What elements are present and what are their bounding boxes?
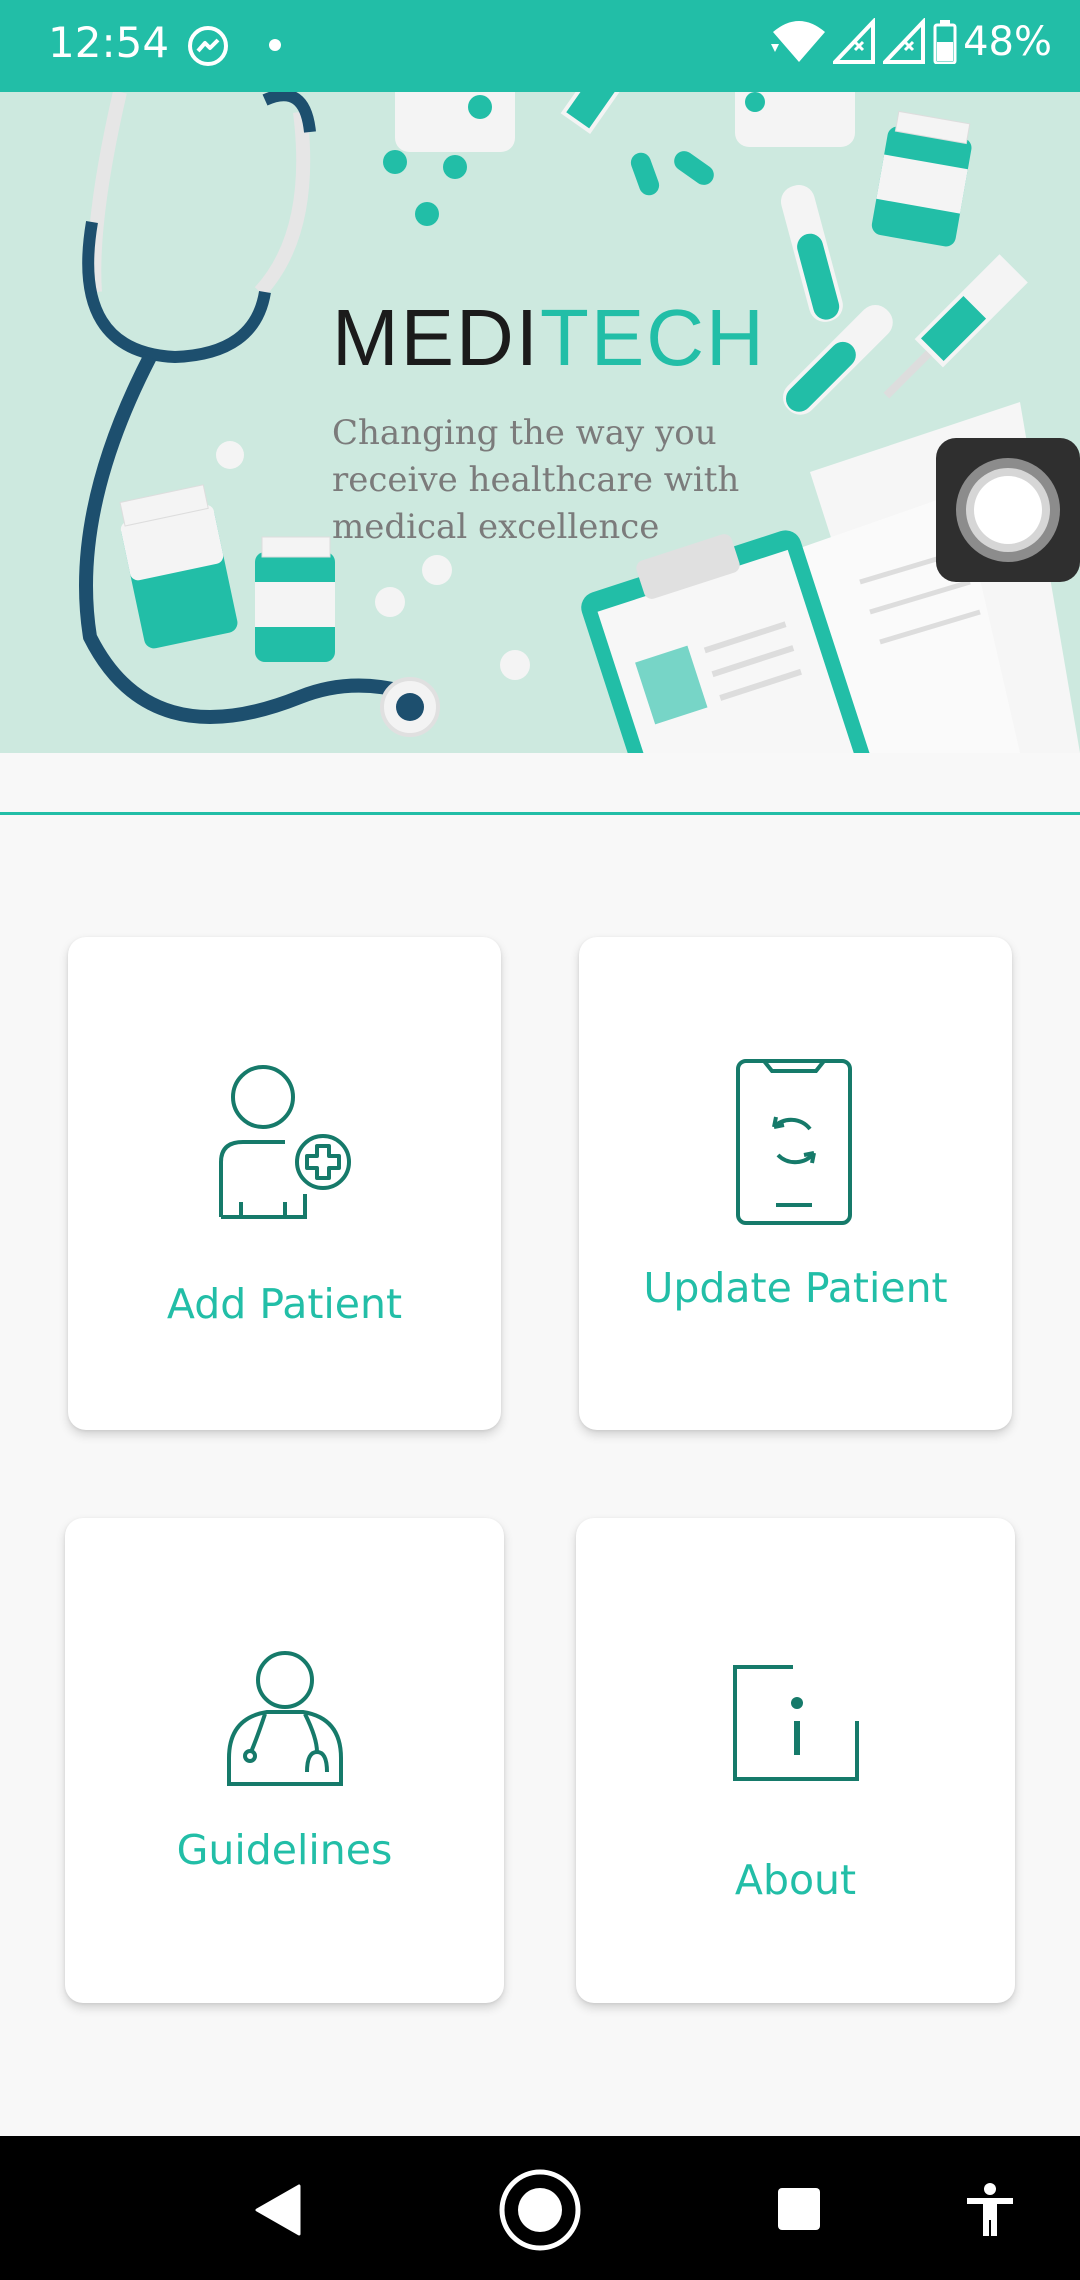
brand-tagline: Changing the way you receive healthcare … bbox=[332, 413, 740, 547]
hero-banner: MEDITECH Changing the way you receive he… bbox=[0, 92, 1080, 753]
banner-spacer bbox=[0, 753, 1080, 813]
info-icon bbox=[733, 1665, 859, 1781]
home-icon[interactable] bbox=[498, 2168, 582, 2252]
brand-title-part1: MEDI bbox=[332, 293, 540, 382]
signal-icon bbox=[833, 18, 876, 64]
about-label: About bbox=[734, 1856, 857, 1904]
status-icons: 48% bbox=[771, 18, 1052, 66]
doctor-icon bbox=[227, 1651, 343, 1786]
assistive-touch-button[interactable] bbox=[936, 438, 1080, 582]
add-patient-card[interactable]: Add Patient bbox=[68, 937, 501, 1430]
update-patient-label: Update Patient bbox=[643, 1264, 948, 1312]
update-patient-card[interactable]: Update Patient bbox=[579, 937, 1012, 1430]
update-phone-icon bbox=[736, 1059, 852, 1225]
guidelines-card[interactable]: Guidelines bbox=[65, 1518, 504, 2003]
about-card[interactable]: About bbox=[576, 1518, 1015, 2003]
assistive-touch-core bbox=[974, 476, 1042, 544]
accessibility-icon[interactable] bbox=[965, 2182, 1015, 2238]
battery-percent: 48% bbox=[963, 19, 1052, 65]
brand-title-part2: TECH bbox=[540, 293, 766, 382]
back-icon[interactable] bbox=[255, 2184, 301, 2236]
brand-title: MEDITECH bbox=[332, 292, 766, 384]
notification-dot-icon bbox=[269, 39, 281, 51]
messenger-icon bbox=[188, 26, 228, 66]
status-bar: 12:54 48% bbox=[0, 0, 1080, 92]
add-patient-icon bbox=[219, 1065, 351, 1219]
wifi-icon bbox=[771, 21, 826, 62]
recents-icon[interactable] bbox=[776, 2186, 822, 2232]
section-divider bbox=[0, 812, 1080, 815]
battery-icon bbox=[933, 20, 957, 64]
signal-icon bbox=[883, 18, 926, 64]
status-time: 12:54 bbox=[48, 18, 170, 67]
guidelines-label: Guidelines bbox=[176, 1826, 393, 1874]
add-patient-label: Add Patient bbox=[166, 1280, 403, 1328]
system-nav-bar bbox=[0, 2136, 1080, 2280]
